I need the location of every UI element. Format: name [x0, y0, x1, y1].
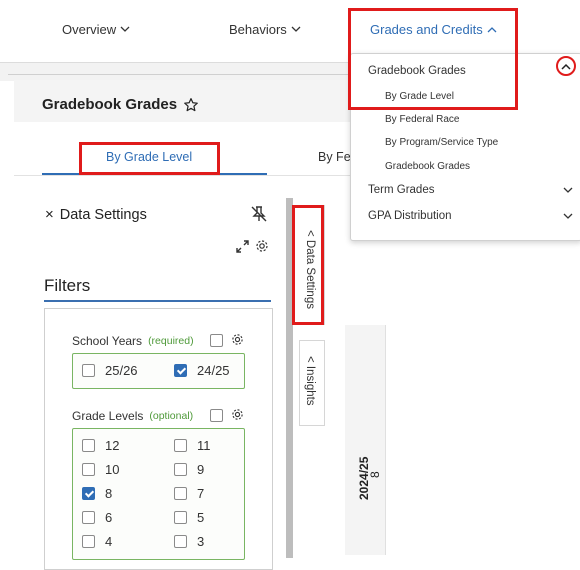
option-label: 25/26 [105, 363, 138, 378]
option-label: 5 [197, 510, 205, 525]
insights-side-tab-label: < Insights [304, 356, 316, 406]
grade-levels-title: Grade Levels [72, 409, 144, 423]
chart-year-label: 2024/25 [357, 456, 371, 500]
filters-underline [44, 300, 271, 302]
filters-heading: Filters [44, 276, 91, 295]
grade-levels-select-all-checkbox[interactable] [210, 409, 223, 422]
checkbox[interactable] [82, 439, 95, 452]
close-icon[interactable]: × [45, 206, 54, 223]
option-label: 11 [197, 438, 211, 453]
grade-level-option[interactable]: 9 [174, 462, 204, 477]
checkbox[interactable] [174, 487, 187, 500]
option-label: 12 [105, 438, 120, 453]
chevron-down-icon[interactable] [563, 187, 573, 194]
option-label: 6 [105, 510, 113, 525]
chart-grade-label: 8 [368, 471, 382, 478]
menu-item-by-federal-race[interactable]: By Federal Race [385, 114, 459, 125]
grade-level-option[interactable]: 5 [174, 510, 204, 525]
checkbox[interactable] [174, 535, 187, 548]
gear-icon[interactable] [255, 239, 269, 253]
data-settings-title: Data Settings [59, 206, 147, 223]
tab-by-federal-race[interactable]: By Fe [318, 150, 351, 164]
grade-level-option[interactable]: 3 [174, 534, 204, 549]
highlight-box [292, 205, 324, 325]
expand-icon[interactable] [236, 240, 249, 253]
option-label: 4 [105, 534, 113, 549]
checkbox[interactable] [174, 463, 187, 476]
chevron-up-icon [561, 63, 571, 70]
school-year-option[interactable]: 25/26 [82, 363, 138, 378]
page-title: Gradebook Grades [42, 96, 199, 113]
checkbox[interactable] [82, 463, 95, 476]
school-year-option[interactable]: 24/25 [174, 363, 230, 378]
grade-level-option[interactable]: 12 [82, 438, 119, 453]
option-label: 10 [105, 462, 120, 477]
insights-side-tab-text: Insights [304, 365, 316, 406]
unpin-icon[interactable] [250, 205, 268, 223]
checkbox[interactable] [82, 535, 95, 548]
star-icon[interactable] [183, 97, 199, 113]
menu-item-gpa-distribution[interactable]: GPA Distribution [368, 210, 452, 222]
grade-level-option[interactable]: 8 [82, 486, 112, 501]
gear-icon[interactable] [231, 408, 244, 421]
divider [8, 74, 348, 75]
chart-row-header [345, 325, 385, 555]
highlight-box [79, 142, 220, 175]
menu-item-term-grades[interactable]: Term Grades [368, 184, 434, 196]
checkbox[interactable] [82, 511, 95, 524]
grade-level-option[interactable]: 10 [82, 462, 119, 477]
collapse-section-button[interactable] [556, 56, 576, 76]
menu-item-gradebook-grades-sub[interactable]: Gradebook Grades [385, 161, 470, 172]
option-label: 3 [197, 534, 205, 549]
gear-icon[interactable] [231, 333, 244, 346]
checkbox[interactable] [174, 364, 187, 377]
grade-level-option[interactable]: 4 [82, 534, 112, 549]
checkbox[interactable] [82, 364, 95, 377]
school-years-label: School Years (required) [72, 334, 194, 348]
school-years-title: School Years [72, 334, 143, 348]
checkbox[interactable] [174, 439, 187, 452]
nav-behaviors[interactable]: Behaviors [229, 22, 301, 37]
nav-overview-label: Overview [62, 22, 117, 37]
school-years-select-all-checkbox[interactable] [210, 334, 223, 347]
option-label: 7 [197, 486, 205, 501]
nav-overview[interactable]: Overview [62, 22, 130, 37]
grade-level-option[interactable]: 11 [174, 438, 211, 453]
grade-level-option[interactable]: 7 [174, 486, 204, 501]
page-title-text: Gradebook Grades [42, 96, 178, 113]
chart-divider [385, 325, 386, 555]
grade-level-option[interactable]: 6 [82, 510, 112, 525]
checkbox[interactable] [82, 487, 95, 500]
menu-item-by-program-service-type[interactable]: By Program/Service Type [385, 137, 498, 148]
option-label: 24/25 [197, 363, 230, 378]
chevron-down-icon[interactable] [563, 213, 573, 220]
grade-levels-label: Grade Levels (optional) [72, 409, 193, 423]
checkbox[interactable] [174, 511, 187, 524]
option-label: 9 [197, 462, 205, 477]
option-label: 8 [105, 486, 113, 501]
chevron-down-icon [120, 26, 130, 32]
optional-hint: (optional) [149, 410, 194, 422]
chevron-left-icon: < [304, 356, 316, 363]
highlight-box [348, 8, 518, 110]
nav-behaviors-label: Behaviors [229, 22, 287, 37]
chevron-down-icon [291, 26, 301, 32]
required-hint: (required) [148, 335, 194, 347]
data-settings-header: × Data Settings [45, 206, 147, 223]
